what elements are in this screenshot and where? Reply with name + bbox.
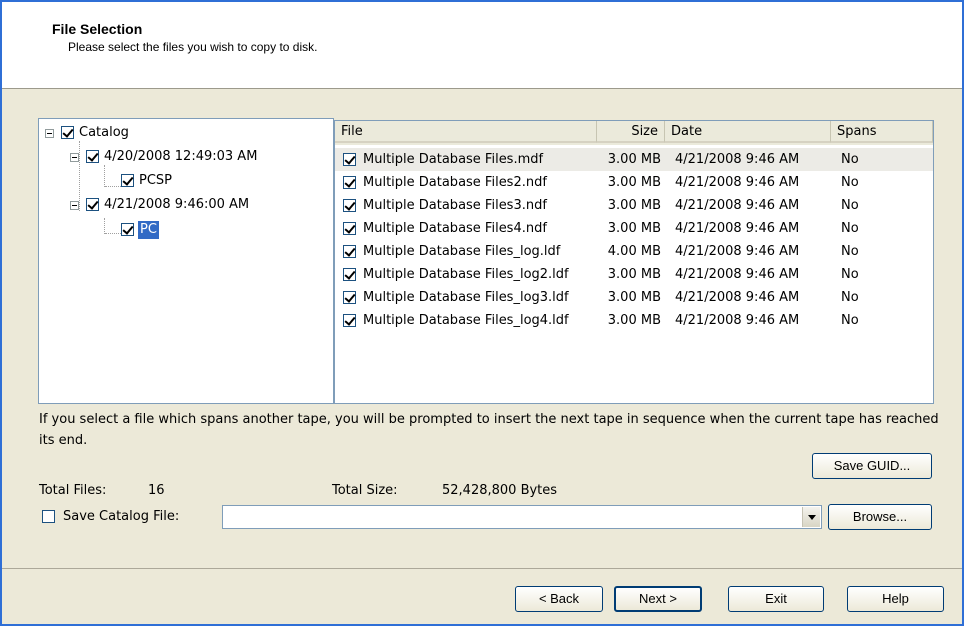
file-checkbox[interactable] [343, 222, 356, 235]
list-header: File Size Date Spans [335, 121, 933, 145]
file-checkbox[interactable] [343, 153, 356, 166]
browse-button[interactable]: Browse... [828, 504, 932, 530]
session-checkbox[interactable] [86, 150, 99, 163]
file-row[interactable]: Multiple Database Files2.ndf 3.00 MB 4/21/… [335, 171, 933, 194]
save-catalog-label: Save Catalog File: [63, 509, 180, 524]
collapse-icon[interactable] [70, 201, 79, 210]
total-files-label: Total Files: [39, 483, 107, 498]
total-files-value: 16 [148, 483, 165, 498]
file-checkbox[interactable] [343, 268, 356, 281]
file-checkbox[interactable] [343, 314, 356, 327]
file-size-cell: 3.00 MB [607, 175, 661, 190]
column-header-file[interactable]: File [335, 121, 597, 143]
next-button[interactable]: Next > [614, 586, 702, 612]
save-guid-button[interactable]: Save GUID... [812, 453, 932, 479]
catalog-path-combo[interactable] [222, 505, 822, 529]
file-size-cell: 4.00 MB [607, 244, 661, 259]
file-size-cell: 3.00 MB [607, 221, 661, 236]
tree-node-label: Catalog [79, 125, 129, 140]
tree-connector [104, 165, 105, 187]
tree-node-label: PCSP [139, 173, 173, 188]
column-header-spans[interactable]: Spans [831, 121, 933, 143]
file-spans-cell: No [841, 152, 859, 167]
spanning-note: If you select a file which spans another… [39, 412, 939, 448]
file-spans-cell: No [841, 244, 859, 259]
file-size-cell: 3.00 MB [607, 313, 661, 328]
file-spans-cell: No [841, 221, 859, 236]
file-checkbox[interactable] [343, 291, 356, 304]
tree-node-label: 4/21/2008 9:46:00 AM [104, 197, 250, 212]
file-row[interactable]: Multiple Database Files4.ndf 3.00 MB 4/21/… [335, 217, 933, 240]
file-size-cell: 3.00 MB [607, 290, 661, 305]
back-button[interactable]: < Back [515, 586, 603, 612]
file-spans-cell: No [841, 267, 859, 282]
file-row[interactable]: Multiple Database Files_log2.ldf 3.00 MB 4… [335, 263, 933, 286]
file-spans-cell: No [841, 198, 859, 213]
catalog-tree[interactable]: Catalog 4/20/2008 12:49:03 AM PCSP 4/21/… [38, 118, 334, 404]
file-name-cell: Multiple Database Files_log3.ldf [363, 290, 569, 305]
collapse-icon[interactable] [70, 153, 79, 162]
file-name-cell: Multiple Database Files_log2.ldf [363, 267, 569, 282]
file-row[interactable]: Multiple Database Files_log3.ldf 3.00 MB 4… [335, 286, 933, 309]
footer-divider [2, 568, 962, 569]
file-checkbox[interactable] [343, 199, 356, 212]
total-size-value: 52,428,800 Bytes [442, 483, 558, 498]
file-row[interactable]: Multiple Database Files3.ndf 3.00 MB 4/21/… [335, 194, 933, 217]
file-date-cell: 4/21/2008 9:46 AM [675, 152, 800, 167]
save-catalog-checkbox[interactable] [42, 510, 55, 523]
file-date-cell: 4/21/2008 9:46 AM [675, 267, 800, 282]
file-name-cell: Multiple Database Files.mdf [363, 152, 544, 167]
total-size-label: Total Size: [332, 483, 398, 498]
file-name-cell: Multiple Database Files2.ndf [363, 175, 547, 190]
file-row[interactable]: Multiple Database Files.mdf 3.00 MB 4/21/2… [335, 148, 933, 171]
column-header-date[interactable]: Date [665, 121, 831, 143]
tree-node-label-selected: PC [138, 221, 159, 239]
tree-connector [105, 233, 121, 234]
tree-node-catalog[interactable]: Catalog [45, 124, 245, 142]
file-spans-cell: No [841, 290, 859, 305]
help-button[interactable]: Help [847, 586, 944, 612]
file-row[interactable]: Multiple Database Files_log4.ldf 3.00 MB 4… [335, 309, 933, 332]
tree-node-session[interactable]: 4/20/2008 12:49:03 AM [70, 148, 330, 166]
catalog-checkbox[interactable] [61, 126, 74, 139]
file-spans-cell: No [841, 313, 859, 328]
file-date-cell: 4/21/2008 9:46 AM [675, 244, 800, 259]
file-size-cell: 3.00 MB [607, 152, 661, 167]
tree-connector [104, 218, 105, 234]
file-row[interactable]: Multiple Database Files_log.ldf 4.00 MB 4/… [335, 240, 933, 263]
page-subtitle: Please select the files you wish to copy… [68, 40, 318, 54]
file-date-cell: 4/21/2008 9:46 AM [675, 221, 800, 236]
wizard-window: File Selection Please select the files y… [0, 0, 964, 626]
server-checkbox[interactable] [121, 223, 134, 236]
file-checkbox[interactable] [343, 176, 356, 189]
server-checkbox[interactable] [121, 174, 134, 187]
file-name-cell: Multiple Database Files_log.ldf [363, 244, 561, 259]
file-date-cell: 4/21/2008 9:46 AM [675, 175, 800, 190]
file-date-cell: 4/21/2008 9:46 AM [675, 290, 800, 305]
file-name-cell: Multiple Database Files4.ndf [363, 221, 547, 236]
exit-button[interactable]: Exit [728, 586, 824, 612]
file-size-cell: 3.00 MB [607, 198, 661, 213]
file-date-cell: 4/21/2008 9:46 AM [675, 198, 800, 213]
session-checkbox[interactable] [86, 198, 99, 211]
tree-node-server[interactable]: PCSP [121, 172, 241, 190]
page-title: File Selection [52, 21, 143, 37]
file-spans-cell: No [841, 175, 859, 190]
file-size-cell: 3.00 MB [607, 267, 661, 282]
file-name-cell: Multiple Database Files3.ndf [363, 198, 547, 213]
file-date-cell: 4/21/2008 9:46 AM [675, 313, 800, 328]
tree-node-server[interactable]: PC [121, 221, 241, 239]
tree-node-label: 4/20/2008 12:49:03 AM [104, 149, 258, 164]
column-header-size[interactable]: Size [597, 121, 665, 143]
wizard-header: File Selection Please select the files y… [2, 2, 962, 89]
collapse-icon[interactable] [45, 129, 54, 138]
tree-connector [105, 186, 121, 187]
file-list[interactable]: File Size Date Spans Multiple Database F… [334, 120, 934, 404]
tree-node-session[interactable]: 4/21/2008 9:46:00 AM [70, 196, 330, 214]
file-checkbox[interactable] [343, 245, 356, 258]
file-name-cell: Multiple Database Files_log4.ldf [363, 313, 569, 328]
chevron-down-icon[interactable] [802, 507, 820, 527]
